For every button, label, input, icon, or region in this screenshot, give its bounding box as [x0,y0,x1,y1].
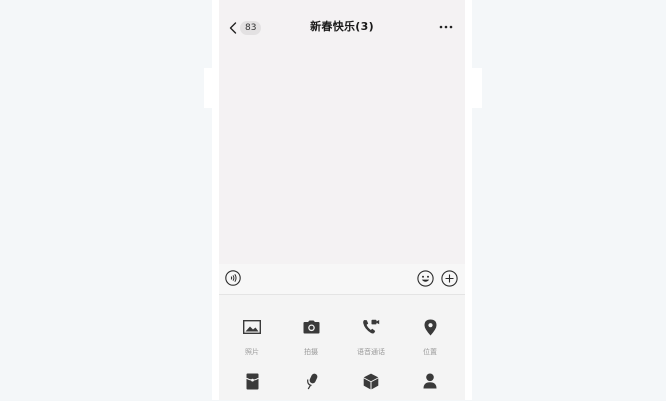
smiley-icon [417,270,434,287]
voice-input-button[interactable] [225,270,241,286]
more-functions-button[interactable] [441,270,458,287]
phone-side-button-left [204,68,212,108]
input-bar [219,264,465,294]
phone-frame: 83 新春快乐(3) 照片 拍摄 语音通话 位置 [212,0,472,400]
function-panel: 照片 拍摄 语音通话 位置 [219,295,465,400]
tool-red-packet[interactable] [227,364,277,401]
tool-camera[interactable]: 拍摄 [286,310,336,357]
message-list[interactable] [219,52,465,264]
emoji-button[interactable] [417,270,434,287]
camera-icon [303,320,319,334]
back-button[interactable]: 83 [229,19,262,37]
voice-icon [225,270,241,286]
background-right [472,0,666,400]
tool-label: 照片 [245,348,259,356]
tool-voice-call[interactable]: 语音通话 [346,310,396,357]
tool-voice-input[interactable] [286,364,336,401]
unread-count-badge: 83 [240,21,262,35]
cube-icon [363,373,379,389]
chevron-left-icon [229,22,237,34]
phone-side-button-right [472,68,482,108]
tool-label: 语音通话 [357,348,385,356]
background-left [0,0,212,400]
message-input[interactable] [247,268,413,292]
tool-photos[interactable]: 照片 [227,310,277,357]
tool-contact-card[interactable] [405,364,455,401]
chat-header: 83 新春快乐(3) [219,0,465,52]
more-options-button[interactable] [437,18,455,36]
tool-label: 拍摄 [304,348,318,356]
more-dots-icon [439,25,453,29]
person-icon [423,373,437,389]
location-pin-icon [424,319,436,335]
tool-location[interactable]: 位置 [405,310,455,357]
image-icon [243,320,261,334]
chat-title: 新春快乐(3) [310,20,374,33]
chat-screen: 83 新春快乐(3) 照片 拍摄 语音通话 位置 [219,0,465,400]
microphone-icon [307,373,318,389]
phone-video-icon [363,319,380,334]
tool-label: 位置 [423,348,437,356]
plus-circle-icon [441,270,458,287]
tool-favorites[interactable] [346,364,396,401]
red-packet-icon [245,373,259,389]
